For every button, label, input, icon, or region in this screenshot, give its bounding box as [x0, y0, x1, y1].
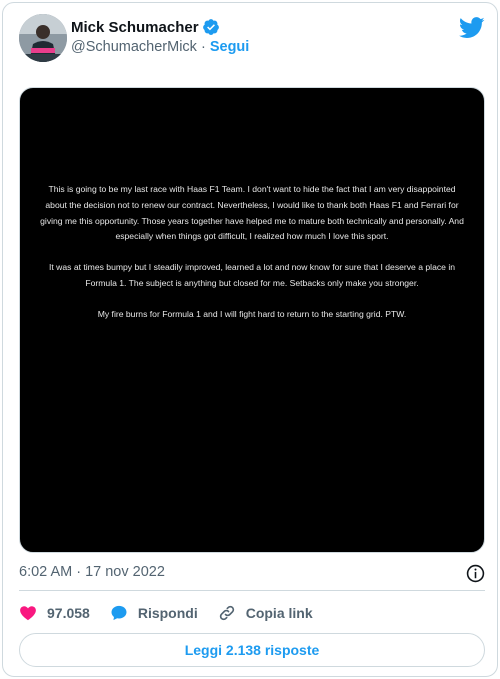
read-replies-button[interactable]: Leggi 2.138 risposte	[19, 633, 485, 667]
copy-link-label: Copia link	[245, 605, 313, 621]
verified-badge-icon	[202, 19, 219, 35]
tweet-timestamp[interactable]: 6:02 AM · 17 nov 2022	[19, 564, 165, 580]
reply-button[interactable]: Rispondi	[110, 604, 198, 622]
like-button[interactable]: 97.058	[19, 604, 90, 622]
statement-paragraph: My fire burns for Formula 1 and I will f…	[97, 308, 407, 319]
avatar[interactable]	[19, 14, 67, 62]
statement-paragraph: It was at times bumpy but I steadily imp…	[48, 262, 456, 288]
author-name[interactable]: Mick Schumacher	[71, 19, 199, 36]
tweet-header: Mick Schumacher @SchumacherMick · Segui	[19, 14, 485, 64]
tweet-media-image[interactable]: This is going to be my last race with Ha…	[19, 87, 485, 553]
heart-icon	[20, 606, 36, 621]
link-icon	[219, 605, 234, 621]
tweet-actions: 97.058 Rispondi Copia link	[19, 601, 485, 625]
user-info: Mick Schumacher @SchumacherMick · Segui	[71, 17, 249, 56]
statement-paragraph: This is going to be my last race with Ha…	[40, 184, 464, 242]
divider	[19, 590, 485, 591]
tweet-card: Mick Schumacher @SchumacherMick · Segui …	[2, 2, 498, 677]
follow-button[interactable]: Segui	[210, 39, 249, 55]
statement-text: This is going to be my last race with Ha…	[40, 182, 464, 338]
copy-link-button[interactable]: Copia link	[218, 604, 313, 622]
info-icon[interactable]	[466, 564, 485, 583]
handle-separator: ·	[200, 39, 206, 55]
twitter-logo-icon[interactable]	[459, 17, 485, 39]
like-count: 97.058	[47, 605, 90, 621]
tweet-timestamp-row: 6:02 AM · 17 nov 2022	[19, 564, 485, 584]
author-handle[interactable]: @SchumacherMick	[71, 39, 197, 55]
reply-bubble-icon	[111, 605, 127, 621]
reply-label: Rispondi	[137, 605, 198, 621]
